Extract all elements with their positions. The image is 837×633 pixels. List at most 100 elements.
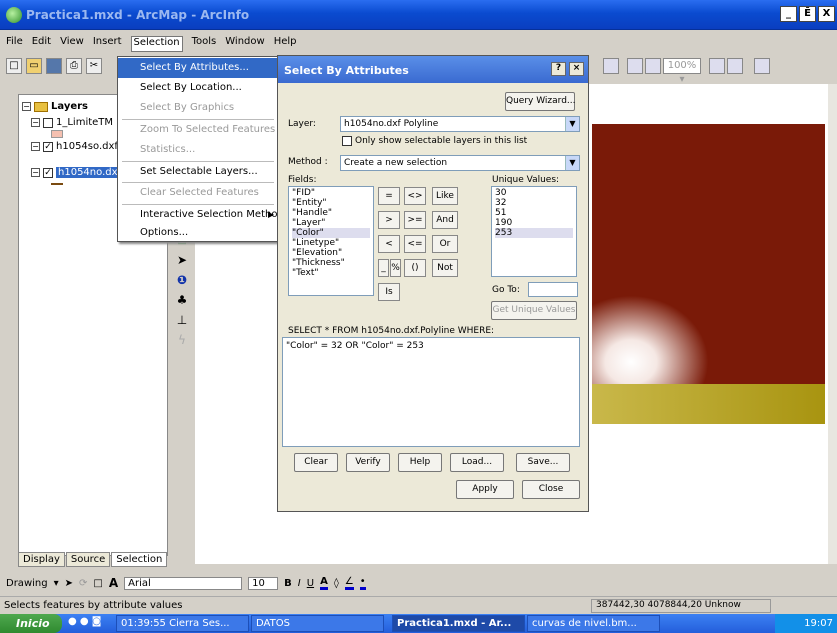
cut-icon[interactable]: ✂ bbox=[86, 58, 102, 74]
op-not-equal-button[interactable]: <> bbox=[404, 187, 426, 205]
menu-file[interactable]: File bbox=[6, 36, 23, 52]
rectangle-icon[interactable]: □ bbox=[93, 578, 102, 589]
save-icon[interactable] bbox=[46, 58, 62, 74]
toolbar-button-icon[interactable] bbox=[727, 58, 743, 74]
collapse-icon[interactable]: − bbox=[31, 142, 40, 151]
op-like-button[interactable]: Like bbox=[432, 187, 458, 205]
menu-item-select-by-graphics[interactable]: Select By Graphics bbox=[118, 98, 279, 118]
taskbar-button[interactable]: 01:39:55 Cierra Ses... bbox=[116, 615, 249, 632]
minimize-button[interactable]: _ bbox=[780, 6, 797, 22]
menu-item-options[interactable]: Options... bbox=[118, 223, 279, 243]
toolbar-button-icon[interactable] bbox=[627, 58, 643, 74]
close-button[interactable]: X bbox=[818, 6, 835, 22]
load-button[interactable]: Load... bbox=[450, 453, 504, 472]
menu-view[interactable]: View bbox=[60, 36, 84, 52]
identify-icon[interactable]: ❶ bbox=[174, 272, 190, 288]
op-greater-button[interactable]: > bbox=[378, 211, 400, 229]
collapse-icon[interactable]: − bbox=[31, 168, 40, 177]
op-less-button[interactable]: < bbox=[378, 235, 400, 253]
get-unique-values-button[interactable]: Get Unique Values bbox=[491, 301, 577, 320]
menu-help[interactable]: Help bbox=[274, 36, 297, 52]
menu-item-statistics[interactable]: Statistics... bbox=[118, 140, 279, 160]
close-icon[interactable]: × bbox=[569, 62, 584, 76]
goto-input[interactable] bbox=[528, 282, 578, 297]
apply-button[interactable]: Apply bbox=[456, 480, 514, 499]
query-wizard-button[interactable]: Query Wizard... bbox=[505, 92, 576, 111]
tab-source[interactable]: Source bbox=[65, 552, 111, 567]
font-size-select[interactable]: 10 bbox=[248, 576, 279, 590]
zoom-scale-dropdown[interactable]: 100% ▾ bbox=[663, 58, 701, 85]
taskbar-button[interactable]: curvas de nivel.bm... bbox=[527, 615, 660, 632]
rotate-icon[interactable]: ⟳ bbox=[79, 578, 87, 589]
toolbar-button-icon[interactable] bbox=[603, 58, 619, 74]
menu-insert[interactable]: Insert bbox=[93, 36, 122, 52]
fields-list[interactable]: "FID" "Entity" "Handle" "Layer" "Color" … bbox=[288, 186, 374, 296]
op-is-button[interactable]: Is bbox=[378, 283, 400, 301]
taskbar-button-active[interactable]: Practica1.mxd - Ar... bbox=[392, 615, 525, 632]
map-vertical-scrollbar[interactable] bbox=[828, 84, 837, 564]
select-pointer-icon[interactable]: ➤ bbox=[174, 252, 190, 268]
find-binoculars-icon[interactable]: ♣ bbox=[174, 292, 190, 308]
field-item[interactable]: "Handle" bbox=[292, 208, 370, 218]
toc-layer-item[interactable]: − 1_LimiteTM bbox=[31, 117, 113, 128]
method-select[interactable]: Create a new selection ▼ bbox=[340, 155, 580, 171]
drawing-menu[interactable]: Drawing bbox=[6, 578, 48, 589]
op-underscore-button[interactable]: _ bbox=[378, 259, 389, 277]
font-select[interactable]: Arial bbox=[124, 576, 243, 590]
toolbar-button-icon[interactable] bbox=[645, 58, 661, 74]
select-elements-icon[interactable]: ➤ bbox=[65, 578, 73, 589]
menu-item-set-selectable-layers[interactable]: Set Selectable Layers... bbox=[118, 162, 279, 182]
menu-window[interactable]: Window bbox=[225, 36, 264, 52]
collapse-icon[interactable]: − bbox=[31, 118, 40, 127]
menu-tools[interactable]: Tools bbox=[192, 36, 217, 52]
field-item[interactable]: "Color" bbox=[292, 228, 370, 238]
field-item[interactable]: "Thickness" bbox=[292, 258, 370, 268]
unique-values-list[interactable]: 30 32 51 190 253 bbox=[491, 186, 577, 277]
op-percent-button[interactable]: % bbox=[390, 259, 401, 277]
sql-where-textarea[interactable]: "Color" = 32 OR "Color" = 253 bbox=[282, 337, 580, 447]
menu-selection[interactable]: Selection bbox=[130, 36, 183, 52]
field-item[interactable]: "Elevation" bbox=[292, 248, 370, 258]
op-parentheses-button[interactable]: () bbox=[404, 259, 426, 277]
op-and-button[interactable]: And bbox=[432, 211, 458, 229]
field-item[interactable]: "FID" bbox=[292, 188, 370, 198]
menu-item-select-by-location[interactable]: Select By Location... bbox=[118, 78, 279, 98]
new-document-icon[interactable]: □ bbox=[6, 58, 22, 74]
unique-value-item[interactable]: 32 bbox=[495, 198, 573, 208]
toolbar-button-icon[interactable] bbox=[709, 58, 725, 74]
op-greater-equal-button[interactable]: >= bbox=[404, 211, 426, 229]
field-item[interactable]: "Text" bbox=[292, 268, 370, 278]
clear-button[interactable]: Clear bbox=[294, 453, 338, 472]
verify-button[interactable]: Verify bbox=[346, 453, 390, 472]
layers-group[interactable]: − Layers bbox=[22, 101, 88, 112]
restore-button[interactable]: Ē bbox=[799, 6, 816, 22]
unique-value-item[interactable]: 253 bbox=[495, 228, 573, 238]
unique-value-item[interactable]: 30 bbox=[495, 188, 573, 198]
op-less-equal-button[interactable]: <= bbox=[404, 235, 426, 253]
hyperlink-icon[interactable]: ϟ bbox=[174, 332, 190, 348]
save-button[interactable]: Save... bbox=[516, 453, 570, 472]
measure-icon[interactable]: ⊥ bbox=[174, 312, 190, 328]
layer-visibility-checkbox[interactable]: ✓ bbox=[43, 167, 53, 178]
bold-icon[interactable]: B bbox=[284, 578, 292, 589]
line-color-icon[interactable]: ∠ bbox=[344, 576, 354, 590]
op-or-button[interactable]: Or bbox=[432, 235, 458, 253]
field-item[interactable]: "Layer" bbox=[292, 218, 370, 228]
close-button[interactable]: Close bbox=[522, 480, 580, 499]
layer-select[interactable]: h1054no.dxf Polyline ▼ bbox=[340, 116, 580, 132]
italic-icon[interactable]: I bbox=[298, 578, 301, 589]
menu-item-zoom-to-selected[interactable]: Zoom To Selected Features bbox=[118, 120, 279, 140]
layer-visibility-checkbox[interactable]: ✓ bbox=[43, 141, 53, 152]
toc-layer-item[interactable]: − ✓ h1054no.dxf bbox=[31, 167, 124, 178]
collapse-icon[interactable]: − bbox=[22, 102, 31, 111]
only-selectable-option[interactable]: Only show selectable layers in this list bbox=[342, 136, 527, 146]
quick-launch-icons[interactable]: ● ● ◙ bbox=[68, 616, 102, 627]
fill-color-icon[interactable]: ◊ bbox=[334, 578, 339, 589]
tab-selection[interactable]: Selection bbox=[111, 552, 168, 567]
menu-item-select-by-attributes[interactable]: Select By Attributes... bbox=[118, 58, 279, 78]
field-item[interactable]: "Linetype" bbox=[292, 238, 370, 248]
help-button[interactable]: Help bbox=[398, 453, 442, 472]
taskbar-button[interactable]: DATOS bbox=[251, 615, 384, 632]
underline-icon[interactable]: U bbox=[307, 578, 314, 589]
layer-visibility-checkbox[interactable] bbox=[43, 117, 53, 128]
